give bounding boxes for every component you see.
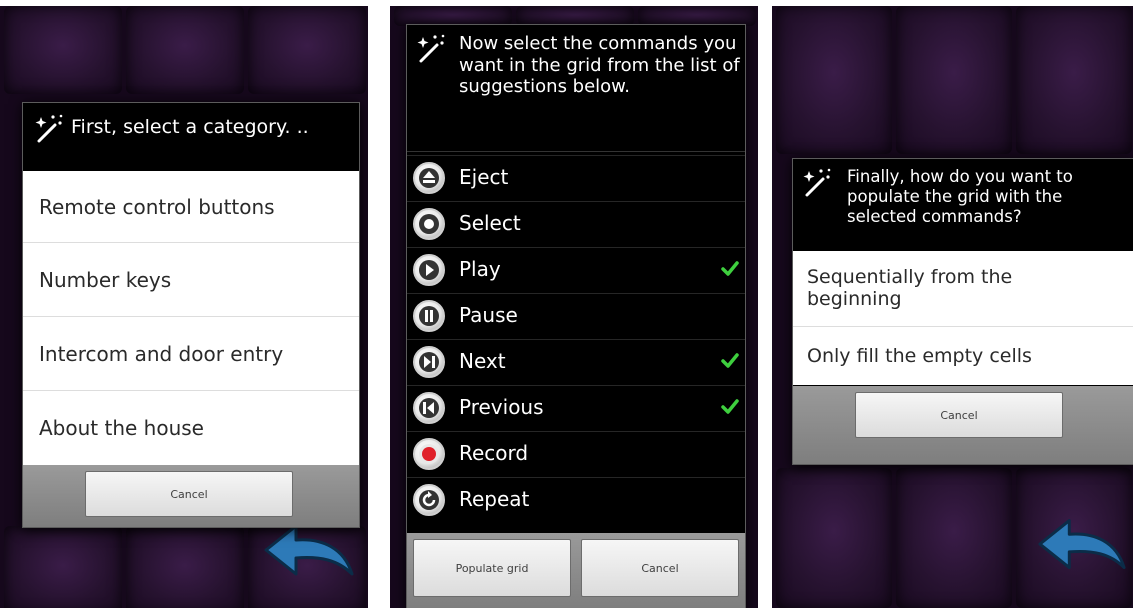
list-item-label: Number keys xyxy=(39,267,172,292)
magic-wand-icon xyxy=(35,114,63,143)
populate-options-list: Sequentially from the beginning Only fil… xyxy=(793,251,1133,385)
list-item[interactable]: About the house xyxy=(23,391,359,465)
button-bar: Cancel xyxy=(793,386,1133,464)
grid-cell[interactable] xyxy=(126,526,244,608)
magic-wand-icon xyxy=(803,168,831,197)
dialog-header: First, select a category. .. xyxy=(23,103,359,171)
category-dialog: First, select a category. .. Remote cont… xyxy=(22,102,360,528)
cancel-button[interactable]: Cancel xyxy=(855,392,1063,438)
repeat-icon xyxy=(413,484,445,516)
list-item-label: Record xyxy=(459,441,529,465)
back-arrow-icon[interactable] xyxy=(262,520,356,586)
dialog-header: Now select the commands you want in the … xyxy=(407,25,745,152)
next-icon xyxy=(413,346,445,378)
grid-cell[interactable] xyxy=(248,6,366,94)
list-item[interactable]: Remote control buttons xyxy=(23,171,359,243)
grid-cell[interactable] xyxy=(394,6,512,26)
command-list: Eject Select Play Pause Next Previous Re… xyxy=(407,155,745,527)
checkmark-icon xyxy=(721,261,739,276)
list-item-label: Select xyxy=(459,211,521,235)
list-item-label: Previous xyxy=(459,395,544,419)
record-icon xyxy=(413,438,445,470)
list-item-label: Intercom and door entry xyxy=(39,341,284,366)
list-item[interactable]: Sequentially from the beginning xyxy=(793,251,1133,327)
back-arrow-icon[interactable] xyxy=(1036,514,1128,580)
list-item[interactable]: Intercom and door entry xyxy=(23,317,359,391)
button-bar: Populate grid Cancel xyxy=(407,533,745,608)
checkmark-icon xyxy=(721,399,739,414)
grid-cell[interactable] xyxy=(126,6,244,94)
grid-cell[interactable] xyxy=(4,6,122,94)
category-list: Remote control buttons Number keys Inter… xyxy=(23,171,359,465)
list-item[interactable]: Select xyxy=(407,201,745,247)
list-item-label: Sequentially from the beginning xyxy=(807,265,1013,310)
grid-cell[interactable] xyxy=(896,468,1012,608)
list-item-label: Next xyxy=(459,349,506,373)
cancel-button[interactable]: Cancel xyxy=(85,471,293,517)
cancel-button[interactable]: Cancel xyxy=(581,539,739,597)
screen-populate-mode: Finally, how do you want to populate the… xyxy=(772,6,1133,608)
grid-cell[interactable] xyxy=(776,6,892,154)
dialog-title: Now select the commands you want in the … xyxy=(459,33,740,98)
grid-cell[interactable] xyxy=(516,6,634,26)
list-item-label: Play xyxy=(459,257,501,281)
grid-cell[interactable] xyxy=(776,468,892,608)
button-bar: Cancel xyxy=(23,465,359,527)
magic-wand-icon xyxy=(417,34,445,63)
grid-cell[interactable] xyxy=(1016,6,1132,154)
screen-select-category: First, select a category. .. Remote cont… xyxy=(0,6,368,608)
circle-icon xyxy=(413,208,445,240)
list-item-label: Only fill the empty cells xyxy=(807,345,1032,367)
list-item[interactable]: Play xyxy=(407,247,745,293)
commands-dialog: Now select the commands you want in the … xyxy=(406,24,746,608)
checkmark-icon xyxy=(721,353,739,368)
list-item[interactable]: Repeat xyxy=(407,477,745,523)
populate-dialog: Finally, how do you want to populate the… xyxy=(792,158,1133,465)
dialog-title: Finally, how do you want to populate the… xyxy=(847,167,1073,227)
list-item[interactable]: Number keys xyxy=(23,243,359,317)
grid-cell[interactable] xyxy=(4,526,122,608)
list-item-label: Eject xyxy=(459,165,509,189)
grid-cell[interactable] xyxy=(638,6,756,26)
list-item[interactable]: Pause xyxy=(407,293,745,339)
list-item-label: Pause xyxy=(459,303,518,327)
populate-grid-button[interactable]: Populate grid xyxy=(413,539,571,597)
list-item[interactable]: Next xyxy=(407,339,745,385)
eject-icon xyxy=(413,162,445,194)
list-item[interactable]: Only fill the empty cells xyxy=(793,327,1133,385)
grid-cell[interactable] xyxy=(896,6,1012,154)
list-item-label: About the house xyxy=(39,416,204,440)
list-item-label: Remote control buttons xyxy=(39,194,275,219)
play-icon xyxy=(413,254,445,286)
list-item[interactable]: Record xyxy=(407,431,745,477)
list-item[interactable]: Eject xyxy=(407,155,745,201)
list-item[interactable]: Previous xyxy=(407,385,745,431)
dialog-header: Finally, how do you want to populate the… xyxy=(793,159,1133,251)
previous-icon xyxy=(413,392,445,424)
screen-select-commands: Now select the commands you want in the … xyxy=(390,6,758,608)
pause-icon xyxy=(413,300,445,332)
list-item-label: Repeat xyxy=(459,487,530,511)
dialog-title: First, select a category. .. xyxy=(71,116,309,138)
